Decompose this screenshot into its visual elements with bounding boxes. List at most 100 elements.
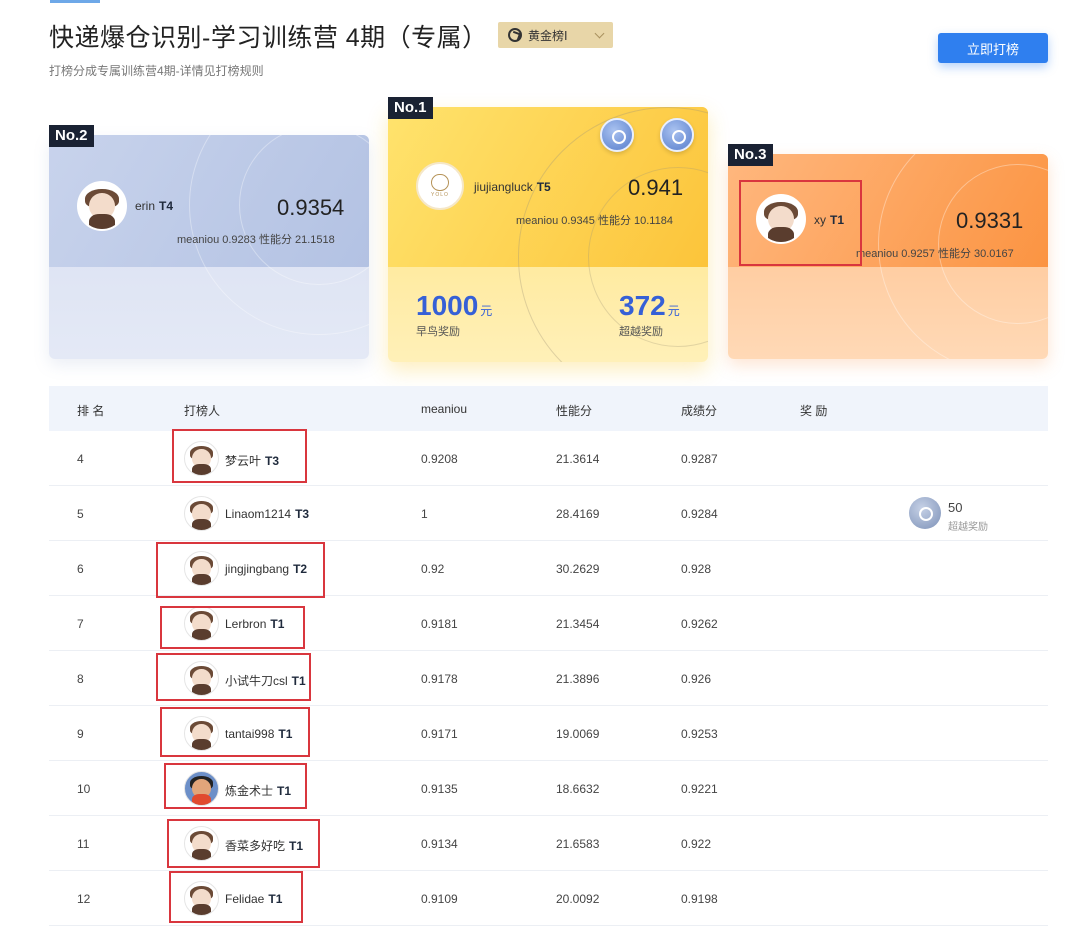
meaniou-cell: 0.92: [421, 562, 445, 576]
score-value: 0.941: [628, 175, 684, 200]
rank-cell: 4: [77, 452, 84, 466]
user-name[interactable]: 炼金术士 T1: [225, 782, 291, 799]
avatar: [77, 181, 127, 231]
meaniou-cell: 0.9181: [421, 617, 458, 631]
leaderboard-page: 快递爆仓识别-学习训练营 4期（专属） 打榜分成专属训练营4期-详情见打榜规则 …: [8, 0, 1072, 929]
page-title: 快递爆仓识别-学习训练营 4期（专属）: [49, 24, 488, 52]
gear-medal-icon: [660, 118, 694, 152]
podium-card-first: YOLO jiujiangluck T5 0.941 meaniou 0.9345…: [388, 107, 708, 362]
surpass-label: 超越奖励: [619, 326, 663, 338]
table-row: 5 Linaom1214 T3 1 28.4169 0.9284 50 超越奖励: [49, 486, 1048, 541]
perf-cell: 30.2629: [556, 562, 600, 576]
user-name[interactable]: Linaom1214 T3: [225, 507, 309, 521]
table-row: 7 Lerbron T1 0.9181 21.3454 0.9262: [49, 596, 1048, 651]
result-cell: 0.926: [681, 672, 712, 686]
perf-cell: 28.4169: [556, 507, 600, 521]
score-meta: meaniou 0.9257 性能分 30.0167: [856, 248, 1014, 260]
score-meta: meaniou 0.9345 性能分 10.1184: [516, 215, 673, 227]
score-meta: meaniou 0.9283 性能分 21.1518: [177, 234, 335, 246]
user-name[interactable]: xy T1: [814, 213, 844, 227]
result-cell: 0.9287: [681, 452, 718, 466]
meaniou-cell: 1: [421, 507, 428, 521]
user-name[interactable]: tantai998 T1: [225, 727, 292, 741]
table-row: 4 梦云叶 T3 0.9208 21.3614 0.9287: [49, 431, 1048, 486]
avatar: [184, 441, 219, 476]
rank-cell: 9: [77, 727, 84, 741]
result-cell: 0.928: [681, 562, 712, 576]
meaniou-cell: 0.9208: [421, 452, 458, 466]
col-rank: 排 名: [77, 404, 105, 418]
bird-medal-icon: [600, 118, 634, 152]
table-row: 10 炼金术士 T1 0.9135 18.6632 0.9221: [49, 761, 1048, 816]
rank-badge-no3: No.3: [728, 144, 773, 166]
top-accent-bar: [50, 0, 100, 3]
rank-cell: 10: [77, 782, 91, 796]
table-row: 11 香菜多好吃 T1 0.9134 21.6583 0.922: [49, 816, 1048, 871]
user-name[interactable]: 梦云叶 T3: [225, 452, 279, 469]
user-name[interactable]: Lerbron T1: [225, 617, 284, 631]
table-row: 9 tantai998 T1 0.9171 19.0069 0.9253: [49, 706, 1048, 761]
col-award: 奖 励: [800, 404, 828, 418]
avatar: [184, 716, 219, 751]
rank-cell: 5: [77, 507, 84, 521]
rank-badge-no1: No.1: [388, 97, 433, 119]
page-subtitle: 打榜分成专属训练营4期-详情见打榜规则: [49, 64, 264, 78]
result-cell: 0.922: [681, 837, 712, 851]
perf-cell: 21.3614: [556, 452, 600, 466]
meaniou-cell: 0.9171: [421, 727, 458, 741]
perf-cell: 19.0069: [556, 727, 600, 741]
leaderboard-select[interactable]: 黄金榜Ⅰ: [498, 22, 613, 48]
perf-cell: 18.6632: [556, 782, 600, 796]
result-cell: 0.9262: [681, 617, 718, 631]
score-value: 0.9331: [956, 208, 1024, 233]
avatar: [184, 496, 219, 531]
table-row: 8 小试牛刀csl T1 0.9178 21.3896 0.926: [49, 651, 1048, 706]
col-user: 打榜人: [184, 404, 221, 418]
submit-ranking-button[interactable]: 立即打榜: [938, 33, 1048, 63]
result-cell: 0.9221: [681, 782, 718, 796]
col-perf: 性能分: [556, 404, 593, 418]
result-cell: 0.9198: [681, 892, 718, 906]
leaderboard-select-label: 黄金榜Ⅰ: [528, 28, 568, 43]
meaniou-cell: 0.9134: [421, 837, 458, 851]
perf-cell: 21.6583: [556, 837, 600, 851]
chevron-down-icon: [594, 28, 605, 39]
meaniou-cell: 0.9135: [421, 782, 458, 796]
rank-cell: 8: [77, 672, 84, 686]
compass-icon: [508, 28, 522, 42]
podium-card-third: xy T1 0.9331 meaniou 0.9257 性能分 30.0167: [728, 154, 1048, 359]
meaniou-cell: 0.9178: [421, 672, 458, 686]
col-result: 成绩分: [681, 404, 718, 418]
perf-cell: 21.3454: [556, 617, 600, 631]
table-row: 12 Felidae T1 0.9109 20.0092 0.9198: [49, 871, 1048, 926]
rank-cell: 7: [77, 617, 84, 631]
user-name[interactable]: jingjingbang T2: [225, 562, 307, 576]
avatar: [184, 881, 219, 916]
user-name[interactable]: Felidae T1: [225, 892, 282, 906]
table-row: 6 jingjingbang T2 0.92 30.2629 0.928: [49, 541, 1048, 596]
result-cell: 0.9253: [681, 727, 718, 741]
avatar: [184, 606, 219, 641]
avatar: [184, 661, 219, 696]
award-label: 超越奖励: [948, 522, 988, 533]
avatar: [184, 826, 219, 861]
table-header: 排 名 打榜人 meaniou 性能分 成绩分 奖 励: [49, 386, 1048, 431]
early-bird-reward: 1000 元: [416, 290, 493, 321]
result-cell: 0.9284: [681, 507, 718, 521]
user-name[interactable]: jiujiangluck T5: [474, 180, 551, 194]
user-name[interactable]: erin T4: [135, 199, 173, 213]
avatar: [184, 551, 219, 586]
perf-cell: 20.0092: [556, 892, 600, 906]
user-name[interactable]: 小试牛刀csl T1: [225, 672, 306, 689]
award-medal-icon: [909, 497, 941, 529]
rank-cell: 12: [77, 892, 91, 906]
avatar: [184, 771, 219, 806]
perf-cell: 21.3896: [556, 672, 600, 686]
early-bird-label: 早鸟奖励: [416, 326, 460, 338]
user-name[interactable]: 香菜多好吃 T1: [225, 837, 303, 854]
surpass-reward: 372 元: [619, 290, 680, 321]
rank-cell: 6: [77, 562, 84, 576]
rank-cell: 11: [77, 837, 90, 851]
podium-card-second: erin T4 0.9354 meaniou 0.9283 性能分 21.1518: [49, 135, 369, 359]
meaniou-cell: 0.9109: [421, 892, 458, 906]
